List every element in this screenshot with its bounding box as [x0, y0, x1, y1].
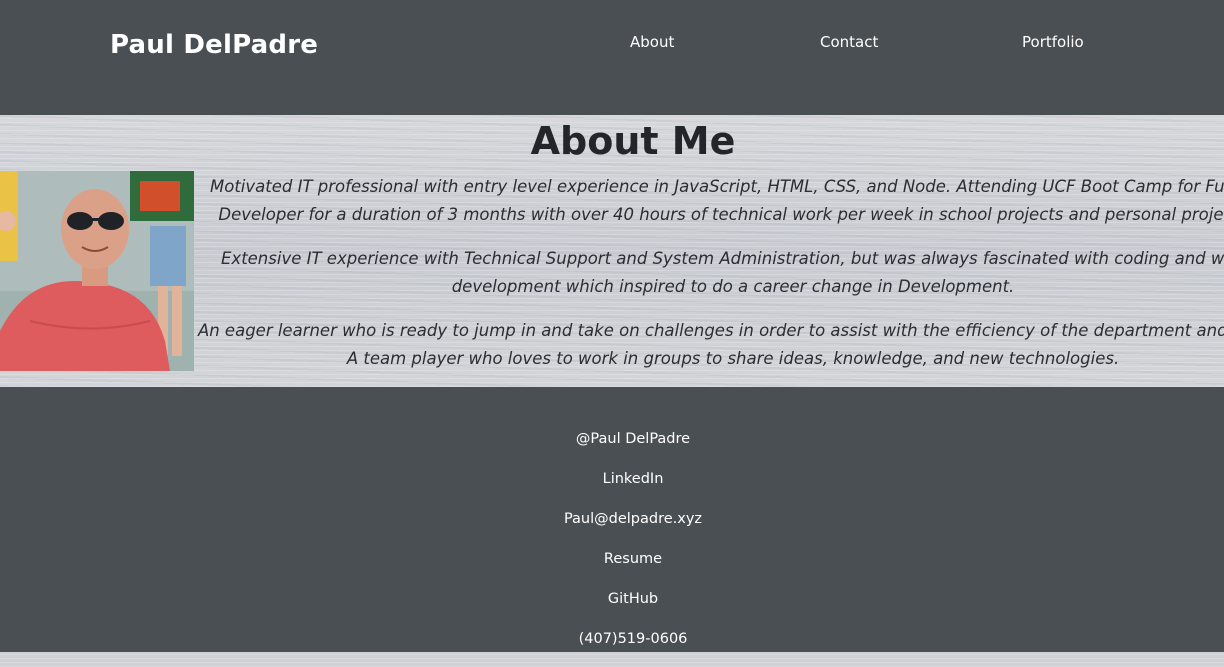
about-paragraph-3-line-2: A team player who loves to work in group… [346, 349, 1120, 368]
bottom-background-strip [0, 652, 1224, 667]
footer-resume-link[interactable]: Resume [0, 551, 1224, 567]
about-paragraph-2: Extensive IT experience with Technical S… [195, 245, 1224, 301]
nav-link-about[interactable]: About [630, 33, 674, 51]
profile-photo-illustration [0, 171, 194, 371]
about-paragraph-3: An eager learner who is ready to jump in… [195, 317, 1224, 373]
nav-link-portfolio[interactable]: Portfolio [1022, 33, 1084, 51]
site-header: Paul DelPadre About Contact Portfolio [0, 0, 1224, 115]
about-section: About Me Motivated IT professional with … [0, 115, 1224, 387]
about-paragraph-1: Motivated IT professional with entry lev… [195, 173, 1224, 229]
site-brand[interactable]: Paul DelPadre [110, 30, 318, 60]
footer-email-link[interactable]: Paul@delpadre.xyz [0, 511, 1224, 527]
about-paragraph-2-line-2: development which inspired to do a caree… [451, 277, 1015, 296]
site-footer: @Paul DelPadre LinkedIn Paul@delpadre.xy… [0, 387, 1224, 652]
about-title: About Me [530, 119, 736, 163]
about-paragraph-1-line-2: Developer for a duration of 3 months wit… [218, 205, 1224, 224]
footer-handle: @Paul DelPadre [575, 431, 691, 447]
about-paragraph-2-line-1: Extensive IT experience with Technical S… [221, 249, 1224, 268]
footer-github-link[interactable]: GitHub [0, 591, 1224, 607]
footer-phone: (407)519-0606 [578, 631, 688, 647]
about-paragraph-3-line-1: An eager learner who is ready to jump in… [197, 321, 1224, 340]
nav-link-contact[interactable]: Contact [820, 33, 878, 51]
about-paragraph-1-line-1: Motivated IT professional with entry lev… [210, 177, 1224, 196]
about-text: Motivated IT professional with entry lev… [195, 173, 1224, 387]
footer-linkedin-link[interactable]: LinkedIn [0, 471, 1224, 487]
profile-photo [0, 171, 194, 371]
